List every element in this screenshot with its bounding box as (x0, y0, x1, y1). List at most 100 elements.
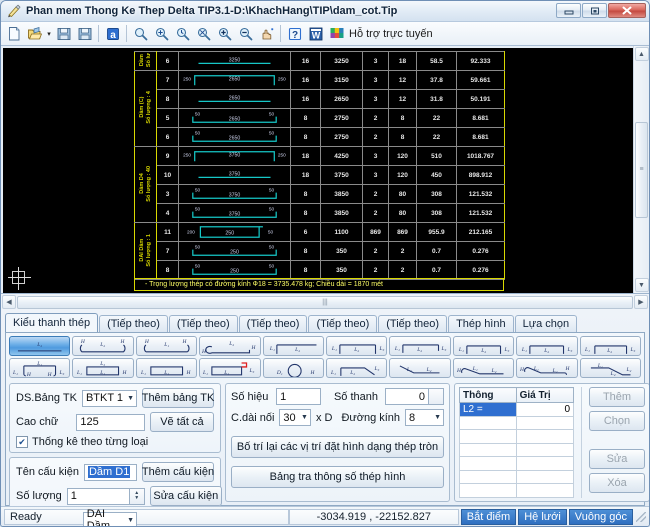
shape-stirrup-l1-l2-l3-red[interactable]: L₂L₁L₃ (199, 358, 260, 378)
tab-3[interactable]: (Tiếp theo) (239, 315, 308, 332)
tab-5[interactable]: (Tiếp theo) (378, 315, 447, 332)
shape-hook-diag-l1-l2[interactable]: L₁L₂H (453, 358, 514, 378)
pan-icon[interactable] (256, 23, 277, 44)
tab-6[interactable]: Thép hình (448, 315, 514, 332)
shape-l1-l2-hook-right[interactable]: L₁L₂L₃ (389, 336, 450, 356)
chon-button[interactable]: Chọn (589, 411, 645, 431)
them-bang-tk-button[interactable]: Thêm bảng TK (142, 388, 214, 408)
open-file-icon[interactable] (24, 23, 45, 44)
ds-cau-kien-combo[interactable]: DAI Dầm ▼ (83, 512, 137, 527)
duong-kinh-combo[interactable]: 8 ▼ (405, 409, 444, 426)
so-thanh-spinner[interactable] (429, 388, 444, 405)
scroll-up-arrow[interactable]: ▲ (635, 47, 649, 61)
text-a-icon[interactable]: a (102, 23, 123, 44)
param-row[interactable] (460, 416, 574, 430)
tab-label: Lựa chọn (523, 318, 570, 330)
application-window: Phan mem Thong Ke Thep Delta TIP3.1-D:\K… (0, 0, 650, 527)
param-row[interactable] (460, 484, 574, 498)
shape-l1-box-l3-diag[interactable]: L₁L₂L₃ (326, 358, 387, 378)
online-support-label[interactable]: Hỗ trợ trực tuyến (349, 28, 433, 40)
cdai-noi-combo[interactable]: 30 ▼ (279, 409, 311, 426)
save-icon[interactable] (53, 23, 74, 44)
shape-l1-box-l2-hook[interactable]: L₂L₁H (136, 358, 197, 378)
param-row[interactable] (460, 457, 574, 471)
drawing-canvas[interactable]: DầmSố lư6 325016325031858.592.333Dầm (C)… (3, 48, 633, 293)
shape-hook-diag-l1-l2-hook[interactable]: L₁L₂HH (516, 358, 577, 378)
status-he-luoi-toggle[interactable]: Hệ lưới (518, 509, 567, 525)
ten-cau-kien-input[interactable]: Dầm D1 (84, 464, 137, 481)
rebar-diameter: 16 (291, 71, 321, 90)
rebar-count2: 2 (389, 242, 417, 261)
rebar-total-length: 22 (417, 109, 457, 128)
cao-chu-input[interactable]: 125 (76, 414, 145, 431)
shape-hook-up-l1[interactable]: L₁HH (136, 336, 197, 356)
shape-l1-step-l2[interactable]: L₁L₂ (263, 336, 324, 356)
resize-grip-icon[interactable] (636, 512, 646, 522)
shape-l1-l2-l3-hooks[interactable]: L₂L₁L₃HH (9, 358, 70, 378)
ds-bang-tk-combo[interactable]: BTKT 1 ▼ (82, 390, 137, 407)
so-thanh-input[interactable]: 0 (385, 388, 429, 405)
shape-l1-l2-l3-square[interactable]: L₁L₂L₃ (453, 336, 514, 356)
ve-tat-ca-button[interactable]: Vẽ tất cả (150, 412, 214, 432)
zoom-out-icon[interactable] (235, 23, 256, 44)
tab-label: Kiểu thanh thép (13, 317, 90, 329)
maximize-button[interactable] (582, 3, 607, 18)
shape-l1-l2-l3-down[interactable]: L₁L₂L₃ (516, 336, 577, 356)
so-luong-input[interactable]: 1 (67, 488, 130, 505)
zoom-previous-icon[interactable] (172, 23, 193, 44)
them-cau-kien-button[interactable]: Thêm cấu kiện (142, 462, 214, 482)
svg-text:H: H (251, 345, 257, 351)
horizontal-scroll-thumb[interactable]: ||| (17, 296, 633, 309)
shape-diag-l1-l2[interactable]: L₁L₂ (389, 358, 450, 378)
them-button[interactable]: Thêm (589, 387, 645, 407)
help-icon[interactable]: ? (284, 23, 305, 44)
shape-straight-l2[interactable]: L₂ (9, 336, 70, 356)
tab-1[interactable]: (Tiếp theo) (99, 315, 168, 332)
shape-l1-slope-l2[interactable]: L₁L₂L₂ (580, 358, 641, 378)
tab-4[interactable]: (Tiếp theo) (308, 315, 377, 332)
shape-circle-d1-hook[interactable]: D₁H (263, 358, 324, 378)
bang-tra-button[interactable]: Bảng tra thông số thép hình (231, 466, 444, 488)
param-row[interactable]: L2 =0 (460, 403, 574, 417)
sua-cau-kien-button[interactable]: Sửa cấu kiện (150, 486, 222, 506)
new-file-icon[interactable] (3, 23, 24, 44)
minimize-button[interactable] (556, 3, 581, 18)
thong-ke-checkbox-row[interactable]: ✔ Thống kê theo từng loại (16, 436, 214, 448)
online-support-icon[interactable] (326, 23, 347, 44)
zoom-window-icon[interactable] (130, 23, 151, 44)
so-hieu-input[interactable]: 1 (276, 388, 321, 405)
zoom-all-icon[interactable] (151, 23, 172, 44)
scroll-left-arrow[interactable]: ◀ (2, 295, 16, 309)
parameter-table[interactable]: Thông Giá Trị L2 =0 (459, 387, 574, 498)
sua-button[interactable]: Sửa (589, 449, 645, 469)
dropdown-caret-icon[interactable]: ▾ (45, 30, 53, 38)
vertical-scrollbar[interactable]: ▲ ≡ ▼ (633, 46, 649, 293)
bo-tri-lai-button[interactable]: Bố trí lại các vị trí đặt hình dạng thép… (231, 436, 444, 458)
param-row[interactable] (460, 443, 574, 457)
scroll-down-arrow[interactable]: ▼ (635, 278, 649, 292)
save-as-icon[interactable] (74, 23, 95, 44)
zoom-in-icon[interactable] (214, 23, 235, 44)
tab-2[interactable]: (Tiếp theo) (169, 315, 238, 332)
shape-l1-box-l3-hook[interactable]: L₃L₂L₁H (72, 358, 133, 378)
zoom-extents-icon[interactable] (193, 23, 214, 44)
tab-0[interactable]: Kiểu thanh thép (5, 313, 98, 332)
vertical-scroll-thumb[interactable]: ≡ (635, 122, 648, 218)
thong-ke-checkbox[interactable]: ✔ (16, 436, 28, 448)
shape-l1-step-l2-l3[interactable]: L₁L₂L₃ (326, 336, 387, 356)
tab-7[interactable]: Lựa chọn (515, 315, 578, 332)
so-thanh-label: Số thanh (334, 391, 378, 403)
param-row[interactable] (460, 470, 574, 484)
status-bat-diem-toggle[interactable]: Bắt điểm (461, 509, 516, 525)
scroll-right-arrow[interactable]: ▶ (634, 295, 648, 309)
shape-l1-l2-l3-hook[interactable]: L₁L₂L₃ (580, 336, 641, 356)
word-export-icon[interactable]: W (305, 23, 326, 44)
shape-hook-both-ends-l2[interactable]: L₂HH (72, 336, 133, 356)
shape-hook-sides-l2[interactable]: L₂HH (199, 336, 260, 356)
status-vuong-goc-toggle[interactable]: Vuông góc (569, 509, 633, 525)
xoa-button[interactable]: Xóa (589, 473, 645, 493)
so-luong-spinner[interactable]: ▲▼ (130, 488, 145, 505)
close-button[interactable] (608, 3, 646, 18)
param-row[interactable] (460, 430, 574, 444)
horizontal-scrollbar[interactable]: ◀ ||| ▶ (1, 294, 649, 310)
